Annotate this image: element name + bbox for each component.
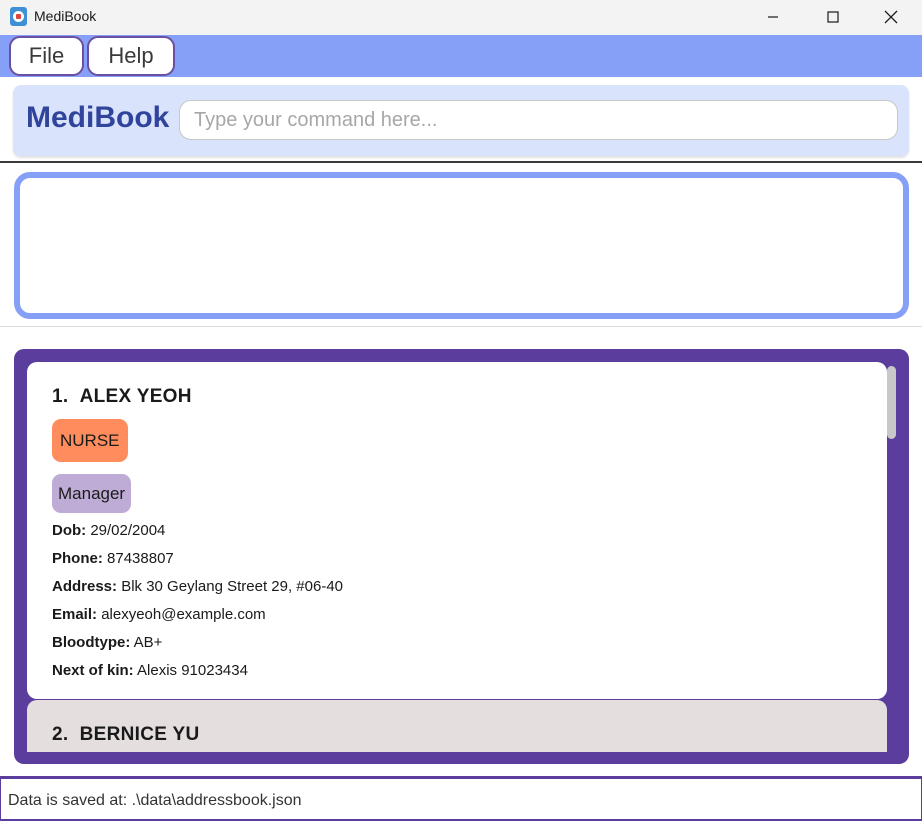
address-label: Address: [52, 578, 118, 595]
menu-bar: File Help [0, 35, 922, 77]
file-menu-button[interactable]: File [9, 36, 84, 76]
person-tag: Manager [52, 474, 132, 513]
list-scrollbar-thumb[interactable] [887, 366, 896, 439]
brand-title: MediBook [26, 101, 170, 134]
command-input[interactable] [179, 100, 898, 140]
close-button[interactable] [868, 0, 914, 33]
next-of-kin-field: Next of kin: Alexis 91023434 [52, 662, 248, 679]
dob-field: Dob: 29/02/2004 [52, 522, 165, 539]
window-title: MediBook [34, 8, 97, 24]
title-bar: MediBook [0, 0, 922, 35]
person-name-text: BERNICE YU [79, 724, 200, 745]
email-field: Email: alexyeoh@example.com [52, 606, 266, 623]
bloodtype-label: Bloodtype: [52, 634, 131, 651]
list-scrollbar[interactable] [887, 362, 896, 752]
person-index: 2. [52, 724, 69, 745]
role-tag: NURSE [52, 419, 128, 462]
next-of-kin-label: Next of kin: [52, 662, 134, 679]
dob-label: Dob: [52, 522, 87, 539]
person-name: 2. BERNICE YU [52, 724, 199, 746]
bloodtype-field: Bloodtype: AB+ [52, 634, 162, 651]
bloodtype-value: AB+ [133, 634, 163, 651]
email-label: Email: [52, 606, 98, 623]
email-value: alexyeoh@example.com [101, 606, 266, 623]
command-section: MediBook [0, 77, 922, 163]
maximize-button[interactable] [810, 0, 856, 33]
person-card[interactable]: 1. ALEX YEOH NURSE Manager Dob: 29/02/20… [27, 362, 887, 699]
result-display[interactable] [14, 172, 909, 319]
status-bar: Data is saved at: .\data\addressbook.jso… [0, 776, 922, 821]
minimize-button[interactable] [750, 0, 796, 33]
phone-field: Phone: 87438807 [52, 550, 174, 567]
medibook-window: MediBook File Help MediBook 1. ALEX YEO [0, 0, 922, 821]
close-icon [884, 10, 898, 23]
person-list[interactable]: 1. ALEX YEOH NURSE Manager Dob: 29/02/20… [27, 362, 887, 752]
dob-value: 29/02/2004 [90, 522, 166, 539]
person-card[interactable]: 2. BERNICE YU [27, 700, 887, 752]
status-box: Data is saved at: .\data\addressbook.jso… [0, 779, 922, 821]
minimize-icon [768, 15, 778, 18]
maximize-icon [827, 10, 839, 23]
save-location-text: Data is saved at: .\data\addressbook.jso… [8, 792, 302, 809]
help-menu-button[interactable]: Help [87, 36, 175, 76]
person-list-panel: 1. ALEX YEOH NURSE Manager Dob: 29/02/20… [14, 349, 909, 764]
result-section [0, 165, 922, 327]
person-index: 1. [52, 386, 69, 407]
next-of-kin-value: Alexis 91023434 [137, 662, 248, 679]
address-field: Address: Blk 30 Geylang Street 29, #06-4… [52, 578, 343, 595]
person-name-text: ALEX YEOH [79, 386, 192, 407]
phone-label: Phone: [52, 550, 103, 567]
person-name: 1. ALEX YEOH [52, 386, 192, 408]
medibook-app-icon [10, 7, 27, 26]
address-value: Blk 30 Geylang Street 29, #06-40 [121, 578, 344, 595]
phone-value: 87438807 [107, 550, 174, 567]
command-box: MediBook [13, 85, 909, 156]
